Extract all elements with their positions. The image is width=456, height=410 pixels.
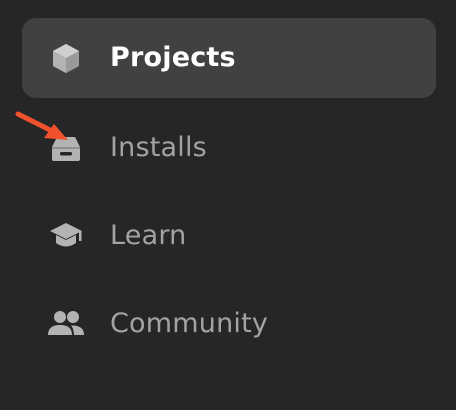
- graduation-cap-icon: [46, 216, 86, 256]
- cube-icon: [46, 38, 86, 78]
- people-icon: [46, 304, 86, 344]
- sidebar-item-label: Projects: [110, 41, 236, 73]
- sidebar: Projects Installs Learn Community: [0, 0, 456, 410]
- sidebar-item-label: Installs: [110, 131, 207, 163]
- sidebar-item-label: Community: [110, 307, 269, 339]
- sidebar-item-community[interactable]: Community: [22, 284, 436, 364]
- sidebar-item-installs[interactable]: Installs: [22, 108, 436, 188]
- sidebar-item-label: Learn: [110, 219, 187, 251]
- sidebar-item-learn[interactable]: Learn: [22, 196, 436, 276]
- annotation-arrow-icon: [15, 111, 68, 140]
- sidebar-item-projects[interactable]: Projects: [22, 18, 436, 98]
